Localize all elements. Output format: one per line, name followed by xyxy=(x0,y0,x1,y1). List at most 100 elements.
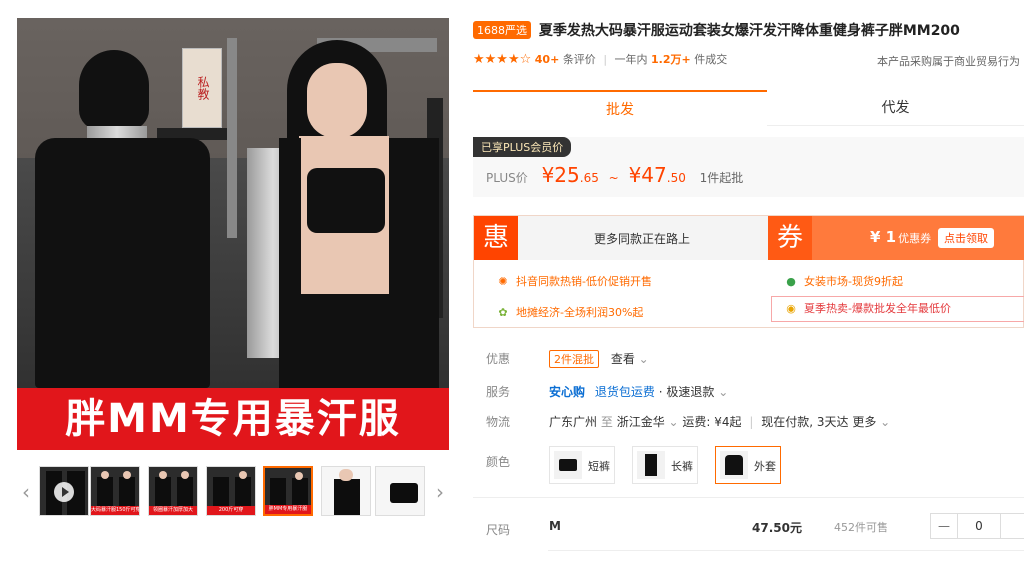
promotion-panel: 惠 更多同款正在路上 券 ¥ 1 优惠券 点击领取 ✺ 抖音同款热销-低价促销开售 … xyxy=(473,215,1024,328)
rating-stars-icon: ★★★★☆ xyxy=(473,52,532,67)
logistics-label: 物流 xyxy=(486,415,511,429)
promo-link-womens-market[interactable]: ● 女装市场-现货9折起 xyxy=(784,273,903,289)
ship-to-select[interactable]: 浙江金华 xyxy=(617,415,665,429)
service-label: 服务 xyxy=(486,385,511,399)
quan-icon: 券 xyxy=(768,216,812,260)
promo-text: 地摊经济-全场利润30%起 xyxy=(516,306,644,319)
size-price: 47.50元 xyxy=(752,521,802,535)
ship-to-word: 至 xyxy=(600,415,613,429)
sales-prefix: 一年内 xyxy=(614,53,648,66)
promo-text: 抖音同款热销-低价促销开售 xyxy=(516,275,652,288)
price-range-sep: ~ xyxy=(608,171,619,185)
plus-member-tag: 已享PLUS会员价 xyxy=(473,137,572,157)
color-option-label: 长裤 xyxy=(671,460,693,473)
min-order: 1件起批 xyxy=(699,171,744,185)
promo-link-summer-sale[interactable]: ◉ 夏季热卖-爆款批发全年最低价 xyxy=(771,296,1024,322)
thumbnail-video[interactable] xyxy=(39,466,89,516)
promo-text: 女装市场-现货9折起 xyxy=(804,275,903,288)
quantity-decrease-button[interactable]: — xyxy=(931,514,957,538)
more-deals-banner: 惠 更多同款正在路上 xyxy=(474,216,768,260)
gym-sign: 私教 xyxy=(182,48,222,128)
trade-note: 本产品采购属于商业贸易行为 xyxy=(877,55,1020,68)
shipping-fee: 运费: ¥4起 xyxy=(682,415,742,429)
coupon-amount: ¥ 1 xyxy=(870,228,897,246)
free-return-shipping[interactable]: 退货包运费 xyxy=(595,385,655,399)
more-deals-text: 更多同款正在路上 xyxy=(594,232,691,246)
thumbnail-strip: ‹ 大码暴汗服150斤可穿 领圈暴汗加厚加大 200斤可穿 胖MM专用暴汗服 › xyxy=(17,464,449,520)
price-high-int: ¥47 xyxy=(628,163,667,187)
color-row: 颜色 短裤 长裤 外套 xyxy=(486,446,1024,490)
jacket-left-side xyxy=(279,138,301,388)
shorts-swatch xyxy=(554,451,582,479)
thumbnail-image[interactable]: 大码暴汗服150斤可穿 xyxy=(90,466,140,516)
service-row: 服务 安心购 退货包运费 · 极速退款 ⌄ xyxy=(486,380,1024,402)
sales-label: 件成交 xyxy=(694,53,728,66)
tab-wholesale[interactable]: 批发 xyxy=(473,90,767,126)
chevron-down-icon[interactable]: ⌄ xyxy=(665,415,683,429)
sports-bra xyxy=(307,168,385,233)
fast-refund[interactable]: 极速退款 xyxy=(666,385,714,399)
thumbnail-image-selected[interactable]: 胖MM专用暴汗服 xyxy=(263,466,313,516)
model-pants xyxy=(295,294,395,394)
quantity-input[interactable]: 0 xyxy=(957,514,1001,538)
tab-dropship[interactable]: 代发 xyxy=(767,90,1024,126)
view-discount-link[interactable]: 查看 ⌄ xyxy=(611,352,649,366)
price-box: 已享PLUS会员价 PLUS价 ¥25.65 ~ ¥47.50 1件起批 xyxy=(473,137,1024,197)
yanxuan-badge: 1688严选 xyxy=(473,21,531,39)
size-name: M xyxy=(549,519,561,533)
product-banner-text: 胖MM专用暴汗服 xyxy=(17,388,449,450)
safe-purchase-link[interactable]: 安心购 xyxy=(549,385,585,399)
thumb-caption: 大码暴汗服150斤可穿 xyxy=(91,506,139,515)
delivery-estimate: 现在付款, 3天达 xyxy=(761,415,849,429)
play-icon xyxy=(54,482,74,502)
promo-text: 夏季热卖-爆款批发全年最低价 xyxy=(804,302,951,315)
size-row: 尺码 M 47.50元 452件可售 — 0 xyxy=(486,513,1024,553)
model-back-jacket xyxy=(35,138,210,388)
logistics-row: 物流 广东广州 至 浙江金华 ⌄ 运费: ¥4起 | 现在付款, 3天达 更多 … xyxy=(486,415,891,429)
service-dot: · xyxy=(658,385,663,399)
thumb-next-arrow[interactable]: › xyxy=(431,464,449,520)
thumb-prev-arrow[interactable]: ‹ xyxy=(17,464,35,520)
promo-link-douyin[interactable]: ✺ 抖音同款热销-低价促销开售 xyxy=(496,273,652,289)
rating-row: ★★★★☆ 40+ 条评价 | 一年内 1.2万+ 件成交 本产品采购属于商业贸… xyxy=(473,52,1020,68)
divider xyxy=(548,550,1024,551)
model-back-hair xyxy=(79,50,149,130)
review-count-link[interactable]: 40+ xyxy=(535,53,560,66)
product-title-row: 1688严选 夏季发热大码暴汗服运动套装女爆汗发汗降体重健身裤子胖MM200 xyxy=(473,20,1024,44)
color-label: 颜色 xyxy=(486,455,511,469)
flower-icon: ✿ xyxy=(498,306,508,319)
size-stock: 452件可售 xyxy=(834,521,888,534)
thumbnail-image[interactable] xyxy=(321,466,371,516)
product-title: 夏季发热大码暴汗服运动套装女爆汗发汗降体重健身裤子胖MM200 xyxy=(538,23,960,39)
sun-icon: ✺ xyxy=(498,275,508,288)
price-low-dec: .65 xyxy=(579,171,599,185)
sales-count: 1.2万+ xyxy=(651,53,691,66)
claim-coupon-button[interactable]: 点击领取 xyxy=(938,228,994,248)
discount-label: 优惠 xyxy=(486,352,511,366)
pants-swatch xyxy=(637,451,665,479)
coupon-banner: 券 ¥ 1 优惠券 点击领取 xyxy=(768,216,1024,260)
thumbnail-image[interactable] xyxy=(375,466,425,516)
color-option-shorts[interactable]: 短裤 xyxy=(549,446,615,484)
view-discount-label: 查看 xyxy=(610,352,635,366)
thumb-caption: 领圈暴汗加厚加大 xyxy=(149,506,197,515)
thumbnail-image[interactable]: 200斤可穿 xyxy=(206,466,256,516)
color-option-pants[interactable]: 长裤 xyxy=(632,446,698,484)
chevron-down-icon[interactable]: ⌄ xyxy=(880,415,890,429)
discount-row: 优惠 2件混批 查看 ⌄ xyxy=(486,347,1024,369)
promo-link-street-stall[interactable]: ✿ 地摊经济-全场利润30%起 xyxy=(496,304,643,320)
price-label: PLUS价 xyxy=(486,171,528,185)
size-label: 尺码 xyxy=(486,523,511,537)
thumb-caption: 200斤可穿 xyxy=(207,506,255,515)
ship-from: 广东广州 xyxy=(549,415,598,429)
color-option-jacket[interactable]: 外套 xyxy=(715,446,781,484)
mixed-batch-tag: 2件混批 xyxy=(549,350,599,368)
model-front-face xyxy=(307,63,367,138)
main-product-image[interactable]: 私教 胖MM专用暴汗服 xyxy=(17,18,449,450)
chevron-down-icon[interactable]: ⌄ xyxy=(718,385,728,399)
hui-icon: 惠 xyxy=(474,216,518,260)
logistics-more-link[interactable]: 更多 xyxy=(852,415,876,429)
thumbnail-image[interactable]: 领圈暴汗加厚加大 xyxy=(148,466,198,516)
quantity-stepper: — 0 xyxy=(930,513,1024,539)
price-high-dec: .50 xyxy=(666,171,686,185)
